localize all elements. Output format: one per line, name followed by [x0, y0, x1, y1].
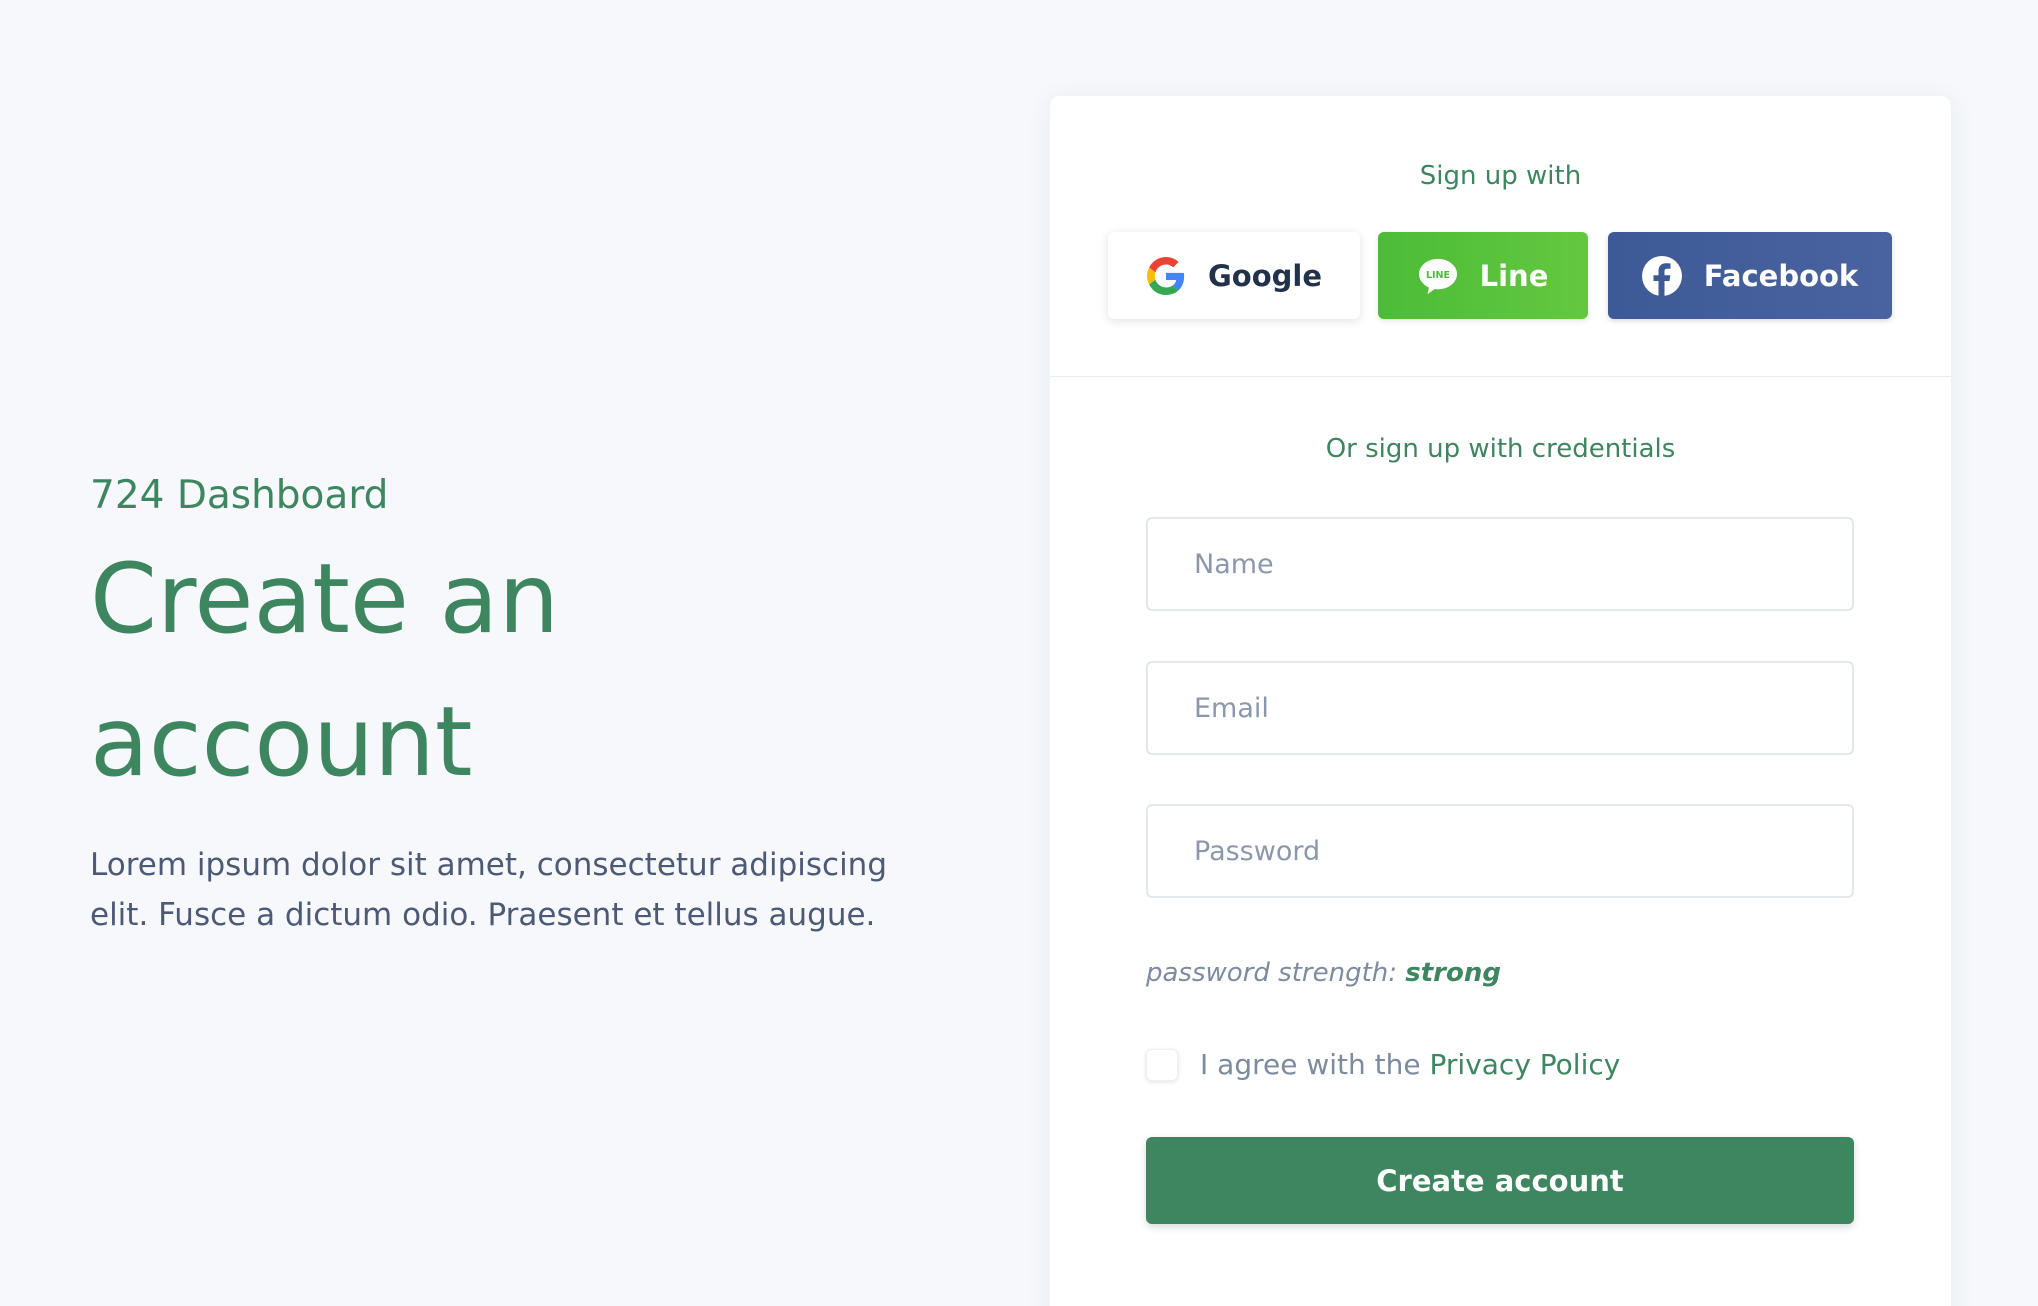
agreement-text: I agree with the Privacy Policy: [1200, 1048, 1620, 1081]
create-account-button[interactable]: Create account: [1146, 1137, 1854, 1224]
hero-section: 724 Dashboard Create an account Lorem ip…: [90, 468, 930, 940]
facebook-icon: [1641, 255, 1682, 296]
google-icon: [1146, 256, 1186, 296]
credentials-title: Or sign up with credentials: [1325, 434, 1676, 464]
privacy-policy-link[interactable]: Privacy Policy: [1430, 1048, 1621, 1081]
brand-name: 724 Dashboard: [90, 473, 389, 518]
facebook-label: Facebook: [1703, 258, 1859, 293]
password-strength-label: password strength:: [1146, 958, 1397, 988]
line-icon: LINE: [1418, 256, 1458, 296]
google-signup-button[interactable]: Google: [1108, 232, 1360, 319]
google-label: Google: [1207, 258, 1323, 293]
social-signup-section: Sign up with Google LINE Line Facebook: [1050, 96, 1951, 377]
line-signup-button[interactable]: LINE Line: [1378, 232, 1588, 319]
privacy-agreement: I agree with the Privacy Policy: [1146, 1048, 1620, 1081]
password-strength-value: strong: [1405, 958, 1501, 988]
name-field[interactable]: [1146, 517, 1854, 611]
social-signup-title: Sign up with: [1419, 161, 1582, 191]
signup-card: Sign up with Google LINE Line Facebook O…: [1050, 96, 1951, 1306]
svg-text:LINE: LINE: [1426, 269, 1450, 280]
privacy-checkbox[interactable]: [1146, 1048, 1178, 1081]
page-title: Create an account: [90, 543, 560, 798]
agreement-label: I agree with the: [1200, 1048, 1421, 1081]
password-field[interactable]: [1146, 804, 1854, 898]
social-buttons: Google LINE Line Facebook: [1108, 232, 1892, 319]
password-strength: password strength: strong: [1146, 958, 1501, 988]
line-label: Line: [1479, 258, 1549, 293]
email-field[interactable]: [1146, 661, 1854, 755]
signup-page: 724 Dashboard Create an account Lorem ip…: [0, 0, 2038, 1306]
hero-description: Lorem ipsum dolor sit amet, consectetur …: [90, 847, 888, 933]
facebook-signup-button[interactable]: Facebook: [1608, 232, 1892, 319]
